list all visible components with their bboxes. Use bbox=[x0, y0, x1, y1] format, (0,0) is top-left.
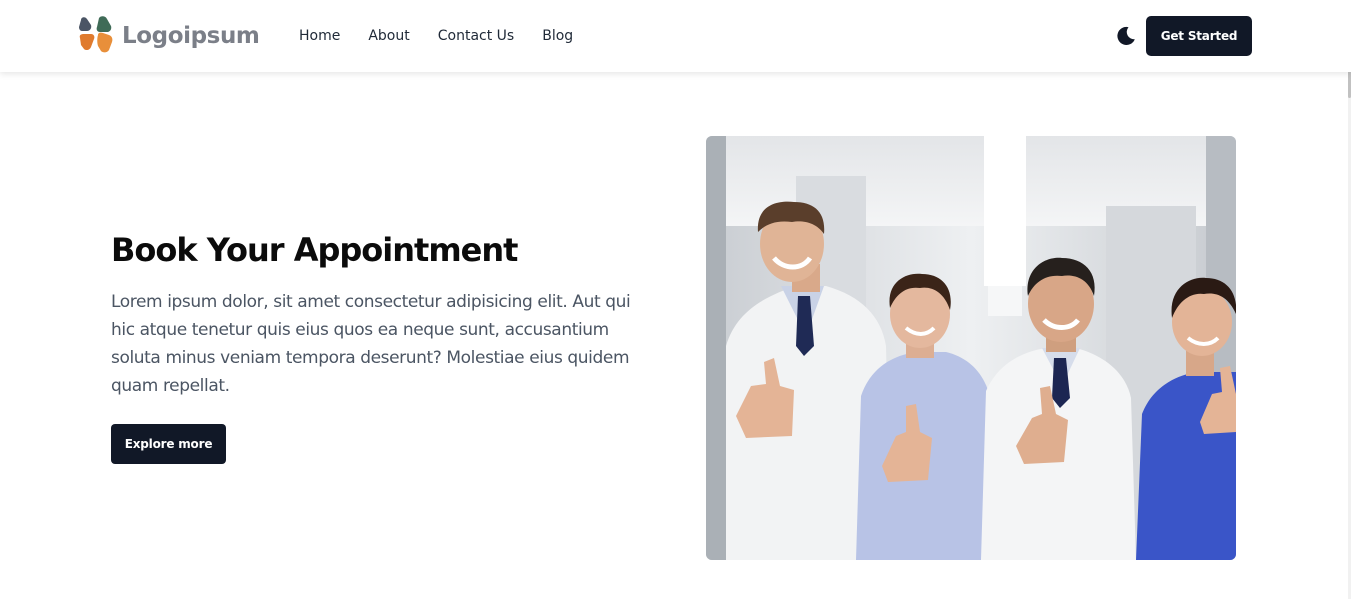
logo-mark-icon bbox=[79, 16, 113, 53]
hero-image bbox=[706, 136, 1236, 560]
logo-text: Logoipsum bbox=[122, 23, 260, 49]
get-started-button[interactable]: Get Started bbox=[1146, 16, 1252, 56]
explore-more-button[interactable]: Explore more bbox=[111, 424, 226, 464]
site-header: Logoipsum Home About Contact Us Blog Get… bbox=[0, 0, 1351, 72]
nav-link-home[interactable]: Home bbox=[299, 28, 340, 44]
main-nav: Home About Contact Us Blog bbox=[299, 0, 573, 72]
doctors-photo bbox=[706, 136, 1236, 560]
nav-link-contact-us[interactable]: Contact Us bbox=[438, 28, 514, 44]
theme-toggle-button[interactable] bbox=[1114, 24, 1138, 48]
hero-title: Book Your Appointment bbox=[111, 231, 518, 269]
nav-link-about[interactable]: About bbox=[368, 28, 409, 44]
nav-link-blog[interactable]: Blog bbox=[542, 28, 573, 44]
hero-description: Lorem ipsum dolor, sit amet consectetur … bbox=[111, 292, 631, 396]
moon-icon bbox=[1117, 26, 1135, 45]
logo[interactable]: Logoipsum bbox=[78, 16, 260, 56]
